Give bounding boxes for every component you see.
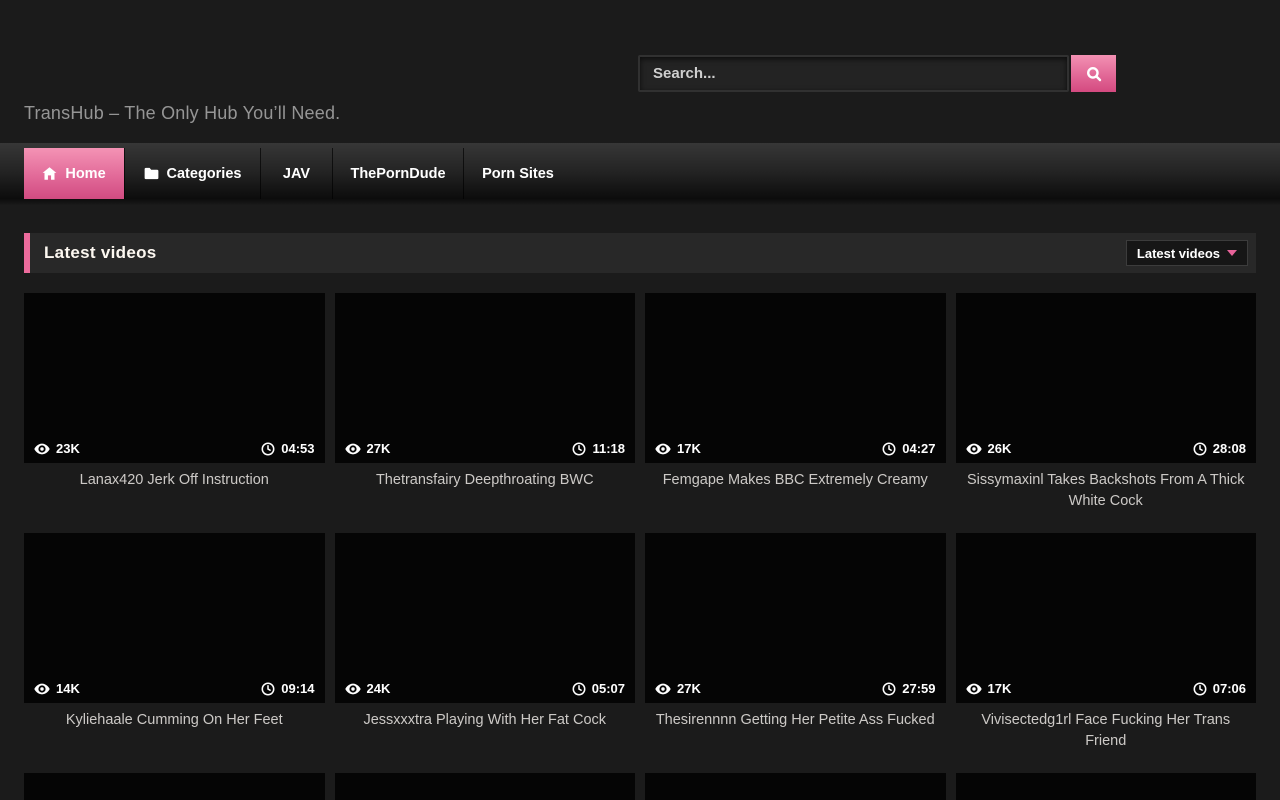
video-thumbnail[interactable]: [645, 773, 946, 800]
clock-icon: [882, 442, 896, 456]
clock-icon: [882, 682, 896, 696]
view-count: 17K: [677, 441, 701, 456]
tab-porn-sites[interactable]: Porn Sites: [463, 148, 572, 199]
eye-icon: [345, 683, 361, 695]
video-duration: 05:07: [592, 681, 625, 696]
eye-icon: [345, 443, 361, 455]
video-thumbnail[interactable]: 14K 09:14: [24, 533, 325, 703]
video-title[interactable]: Vivisectedg1rl Face Fucking Her Trans Fr…: [956, 710, 1257, 751]
view-count: 14K: [56, 681, 80, 696]
clock-icon: [1193, 682, 1207, 696]
video-thumbnail[interactable]: [24, 773, 325, 800]
folder-icon: [144, 167, 159, 180]
tab-home[interactable]: Home: [24, 148, 124, 199]
video-card[interactable]: 27K 11:18 Thetransfairy Deepthroating BW…: [335, 293, 636, 513]
video-card[interactable]: [24, 773, 325, 800]
video-card[interactable]: 24K 05:07 Jessxxxtra Playing With Her Fa…: [335, 533, 636, 753]
view-count: 27K: [367, 441, 391, 456]
clock-icon: [1193, 442, 1207, 456]
home-icon: [42, 166, 57, 181]
caret-down-icon: [1227, 250, 1237, 256]
video-card[interactable]: 27K 27:59 Thesirennnn Getting Her Petite…: [645, 533, 946, 753]
tab-label: Porn Sites: [482, 166, 554, 182]
section-header: Latest videos Latest videos: [24, 233, 1256, 273]
search-form: [638, 55, 1116, 92]
video-card[interactable]: 14K 09:14 Kyliehaale Cumming On Her Feet: [24, 533, 325, 753]
video-thumbnail[interactable]: 23K 04:53: [24, 293, 325, 463]
search-icon: [1085, 65, 1103, 83]
eye-icon: [34, 443, 50, 455]
view-count: 27K: [677, 681, 701, 696]
video-thumbnail[interactable]: 27K 11:18: [335, 293, 636, 463]
video-meta: 17K 04:27: [645, 441, 946, 463]
tab-jav[interactable]: JAV: [260, 148, 332, 199]
video-meta: 26K 28:08: [956, 441, 1257, 463]
main-content: Latest videos Latest videos 23K: [24, 233, 1256, 800]
video-duration: 07:06: [1213, 681, 1246, 696]
video-title[interactable]: Jessxxxtra Playing With Her Fat Cock: [335, 710, 636, 731]
video-card[interactable]: 17K 04:27 Femgape Makes BBC Extremely Cr…: [645, 293, 946, 513]
tab-theporndude[interactable]: ThePornDude: [332, 148, 463, 199]
video-title[interactable]: Sissymaxinl Takes Backshots From A Thick…: [956, 470, 1257, 511]
video-title[interactable]: Thesirennnn Getting Her Petite Ass Fucke…: [645, 710, 946, 731]
video-thumbnail[interactable]: 27K 27:59: [645, 533, 946, 703]
clock-icon: [572, 682, 586, 696]
video-thumbnail[interactable]: 24K 05:07: [335, 533, 636, 703]
site-header: TransHub – The Only Hub You’ll Need.: [0, 0, 1280, 143]
video-grid: 23K 04:53 Lanax420 Jerk Off Instruction: [24, 293, 1256, 800]
video-card[interactable]: [956, 773, 1257, 800]
video-meta: 27K 27:59: [645, 681, 946, 703]
site-logo-text[interactable]: TransHub – The Only Hub You’ll Need.: [24, 103, 340, 124]
video-card[interactable]: 17K 07:06 Vivisectedg1rl Face Fucking He…: [956, 533, 1257, 753]
search-input[interactable]: [638, 55, 1069, 92]
sort-dropdown[interactable]: Latest videos: [1126, 240, 1248, 266]
tab-categories[interactable]: Categories: [124, 148, 260, 199]
video-duration: 04:53: [281, 441, 314, 456]
eye-icon: [655, 443, 671, 455]
video-title[interactable]: Lanax420 Jerk Off Instruction: [24, 470, 325, 491]
sort-dropdown-label: Latest videos: [1137, 246, 1220, 261]
video-title[interactable]: Kyliehaale Cumming On Her Feet: [24, 710, 325, 731]
video-thumbnail[interactable]: [956, 773, 1257, 800]
tab-label: ThePornDude: [350, 166, 445, 182]
video-duration: 11:18: [592, 441, 625, 456]
video-thumbnail[interactable]: 17K 04:27: [645, 293, 946, 463]
video-meta: 14K 09:14: [24, 681, 325, 703]
search-button[interactable]: [1071, 55, 1116, 92]
video-meta: 17K 07:06: [956, 681, 1257, 703]
video-meta: 27K 11:18: [335, 441, 636, 463]
video-duration: 28:08: [1213, 441, 1246, 456]
view-count: 17K: [988, 681, 1012, 696]
video-thumbnail[interactable]: 17K 07:06: [956, 533, 1257, 703]
tab-label: JAV: [283, 166, 310, 182]
eye-icon: [966, 683, 982, 695]
video-duration: 09:14: [281, 681, 314, 696]
clock-icon: [261, 682, 275, 696]
video-title[interactable]: Femgape Makes BBC Extremely Creamy: [645, 470, 946, 491]
main-nav: Home Categories JAV ThePornDude Porn Sit…: [0, 143, 1280, 205]
video-meta: 23K 04:53: [24, 441, 325, 463]
eye-icon: [655, 683, 671, 695]
eye-icon: [34, 683, 50, 695]
tab-label: Categories: [167, 166, 242, 182]
video-title[interactable]: Thetransfairy Deepthroating BWC: [335, 470, 636, 491]
video-thumbnail[interactable]: [335, 773, 636, 800]
video-duration: 27:59: [902, 681, 935, 696]
eye-icon: [966, 443, 982, 455]
view-count: 24K: [367, 681, 391, 696]
section-title: Latest videos: [44, 243, 157, 263]
clock-icon: [572, 442, 586, 456]
video-thumbnail[interactable]: 26K 28:08: [956, 293, 1257, 463]
video-duration: 04:27: [902, 441, 935, 456]
video-card[interactable]: [335, 773, 636, 800]
view-count: 23K: [56, 441, 80, 456]
video-card[interactable]: 26K 28:08 Sissymaxinl Takes Backshots Fr…: [956, 293, 1257, 513]
video-card[interactable]: [645, 773, 946, 800]
clock-icon: [261, 442, 275, 456]
tab-label: Home: [65, 166, 105, 182]
video-card[interactable]: 23K 04:53 Lanax420 Jerk Off Instruction: [24, 293, 325, 513]
video-meta: 24K 05:07: [335, 681, 636, 703]
view-count: 26K: [988, 441, 1012, 456]
